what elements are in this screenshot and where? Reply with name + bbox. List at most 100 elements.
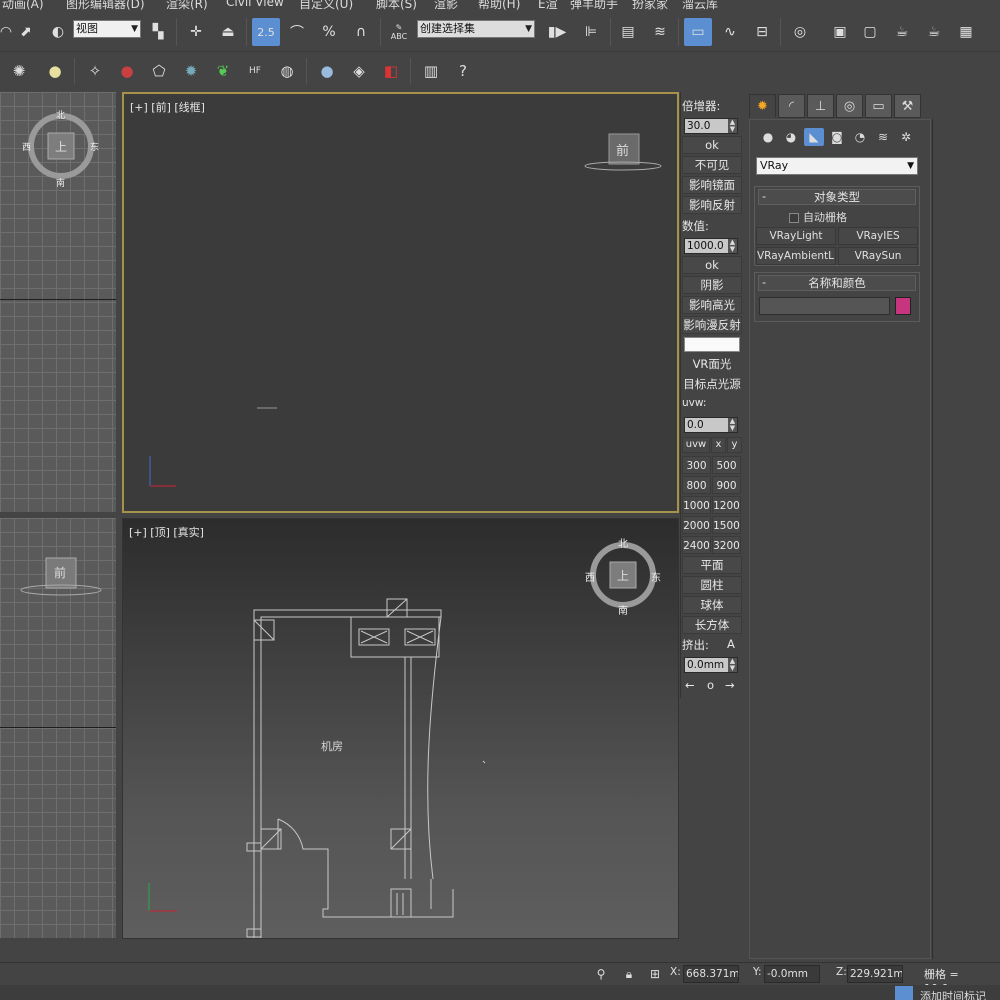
vray-material-icon[interactable]: ● [314, 58, 340, 84]
layer-manager-icon[interactable]: ▤ [614, 18, 642, 46]
box-button[interactable]: 长方体 [682, 616, 742, 634]
selection-lock-icon[interactable]: 🔒︎ [620, 965, 638, 983]
menu-customize[interactable]: 自定义(U) [299, 0, 353, 10]
vray-scene-converter-icon[interactable]: ▥ [418, 58, 444, 84]
view-cube-face[interactable]: 前 [616, 140, 629, 159]
schematic-view-icon[interactable]: ⊟ [748, 18, 776, 46]
vray-proxy-icon[interactable]: ● [114, 58, 140, 84]
angle-snap-icon[interactable]: ⌒ [283, 18, 311, 46]
size-800-button[interactable]: 800 [682, 476, 711, 494]
scene-explorer-icon[interactable]: ≋ [646, 18, 674, 46]
menu-cloud-library[interactable]: 溜云库 [682, 0, 718, 10]
lights-icon[interactable]: ◣ [804, 128, 824, 146]
size-500-button[interactable]: 500 [712, 456, 741, 474]
tab-motion[interactable]: ◎ [836, 94, 863, 118]
tab-display[interactable]: ▭ [865, 94, 892, 118]
viewport-left-bottom[interactable]: 前 [0, 518, 116, 938]
affect-specular-button[interactable]: 影响高光 [682, 296, 742, 314]
uvw-button[interactable]: uvw [682, 437, 710, 453]
help-icon[interactable]: ? [450, 58, 476, 84]
cylinder-button[interactable]: 圆柱 [682, 576, 742, 594]
menu-civil-view[interactable]: Civil View [226, 0, 284, 9]
viewport-top[interactable]: [+] [顶] [真实] 机房 北 南 西 东 上 [122, 518, 679, 939]
size-1200-button[interactable]: 1200 [712, 496, 741, 514]
vray-fur-icon[interactable]: ✧ [82, 58, 108, 84]
vray-grass-icon[interactable]: ❦ [210, 58, 236, 84]
view-cube-face[interactable]: 前 [54, 564, 66, 581]
size-1000-button[interactable]: 1000 [682, 496, 711, 514]
z-coord-field[interactable]: 229.921mm [847, 965, 903, 983]
circle-button[interactable]: o [707, 678, 714, 692]
multiplier-spinner[interactable]: 30.0 ▲ ▼ [684, 118, 738, 134]
x-coord-field[interactable]: 668.371mm [683, 965, 739, 983]
menu-helper[interactable]: 弹羊助手 [570, 0, 618, 10]
view-cube-face[interactable]: 上 [617, 567, 629, 584]
viewport-left-top[interactable]: 北 南 西 东 上 [0, 92, 116, 512]
pivot-center-icon[interactable]: ▚ [144, 18, 172, 46]
menu-banjiajia[interactable]: 扮家家 [632, 0, 668, 10]
vray-displacement-icon[interactable]: ◍ [274, 58, 300, 84]
cameras-icon[interactable]: ◙ [827, 128, 847, 146]
plane-button[interactable]: 平面 [682, 556, 742, 574]
object-color-swatch[interactable] [895, 297, 911, 315]
y-button[interactable]: y [727, 437, 742, 453]
render-active-shade-icon[interactable]: ▦ [952, 18, 980, 46]
isolate-selection-icon[interactable]: ⚲ [592, 965, 610, 983]
geometry-icon[interactable]: ● [758, 128, 778, 146]
size-2400-button[interactable]: 2400 [682, 536, 711, 554]
light-category-select[interactable]: VRay ▼ [756, 157, 918, 175]
size-1500-button[interactable]: 1500 [712, 516, 741, 534]
affect-reflections-button[interactable]: 影响镜面 [682, 176, 742, 194]
arrow-right-button[interactable]: → [725, 678, 735, 692]
name-color-header[interactable]: - 名称和颜色 [758, 275, 916, 291]
rendered-frame-window-icon[interactable]: ▢ [856, 18, 884, 46]
uvw-spinner[interactable]: 0.0 ▲ ▼ [684, 417, 738, 433]
object-name-field[interactable] [759, 297, 890, 315]
named-selection-set-select[interactable]: 创建选择集 ▼ [417, 20, 535, 38]
value-spinner[interactable]: 1000.0 ▲ ▼ [684, 238, 738, 254]
render-setup-icon[interactable]: ▣ [826, 18, 854, 46]
vray-sky-icon[interactable]: ● [42, 58, 68, 84]
viewport-front[interactable]: [+] [前] [线框] 前 [122, 92, 679, 513]
tab-modify[interactable]: ◜ [778, 94, 805, 118]
vray-hair-icon[interactable]: HF [242, 58, 268, 84]
menu-scripting[interactable]: 脚本(S) [376, 0, 417, 10]
mirror-icon[interactable]: ▮▶ [543, 18, 571, 46]
vray-plane-icon[interactable]: ⬠ [146, 58, 172, 84]
spinner-snap-icon[interactable]: ∩ [347, 18, 375, 46]
move-icon[interactable]: ✛ [182, 18, 210, 46]
compass-widget[interactable] [0, 92, 116, 512]
tab-utilities[interactable]: ⚒ [894, 94, 921, 118]
vraylight-button[interactable]: VRayLight [756, 227, 836, 245]
vray-frame-buffer-icon[interactable]: ◧ [378, 58, 404, 84]
select-by-name-icon[interactable]: ◐ [44, 18, 72, 46]
curve-editor-icon[interactable]: ∿ [716, 18, 744, 46]
material-editor-icon[interactable]: ◎ [786, 18, 814, 46]
invisible-button[interactable]: 不可见 [682, 156, 742, 174]
target-light-button[interactable]: 目标点光源 [682, 376, 742, 394]
object-type-header[interactable]: - 对象类型 [758, 189, 916, 205]
view-cube-widget[interactable] [0, 518, 116, 938]
y-coord-field[interactable]: -0.0mm [764, 965, 820, 983]
menu-help[interactable]: 帮助(H) [478, 0, 520, 10]
color-swatch-white[interactable] [684, 337, 740, 352]
edit-named-selection-button[interactable]: ✎ ABC [385, 18, 413, 46]
time-tag-icon[interactable] [895, 986, 913, 1000]
size-900-button[interactable]: 900 [712, 476, 741, 494]
snap-toggle-button[interactable]: 2.5 [252, 18, 280, 46]
menu-animation[interactable]: 动画(A) [2, 0, 44, 10]
size-3200-button[interactable]: 3200 [712, 536, 741, 554]
menu-graph-editors[interactable]: 图形编辑器(D) [66, 0, 145, 10]
shadow-button[interactable]: 阴影 [682, 276, 742, 294]
menu-e-render[interactable]: E渲 [538, 0, 558, 10]
vraysun-button[interactable]: VRaySun [838, 247, 918, 265]
add-time-tag-button[interactable]: 添加时间标记 [920, 988, 986, 1000]
percent-snap-button[interactable]: % [315, 18, 343, 46]
vray-sun-icon[interactable]: ✺ [6, 58, 32, 84]
systems-icon[interactable]: ✲ [896, 128, 916, 146]
keyboard-shortcut-icon[interactable]: ⏏ [214, 18, 242, 46]
vray-sphere-icon[interactable]: ✹ [178, 58, 204, 84]
auto-grid-checkbox[interactable]: 自动栅格 [789, 209, 847, 225]
arrow-left-button[interactable]: ← [685, 678, 695, 692]
view-cube-face[interactable]: 上 [55, 138, 67, 155]
